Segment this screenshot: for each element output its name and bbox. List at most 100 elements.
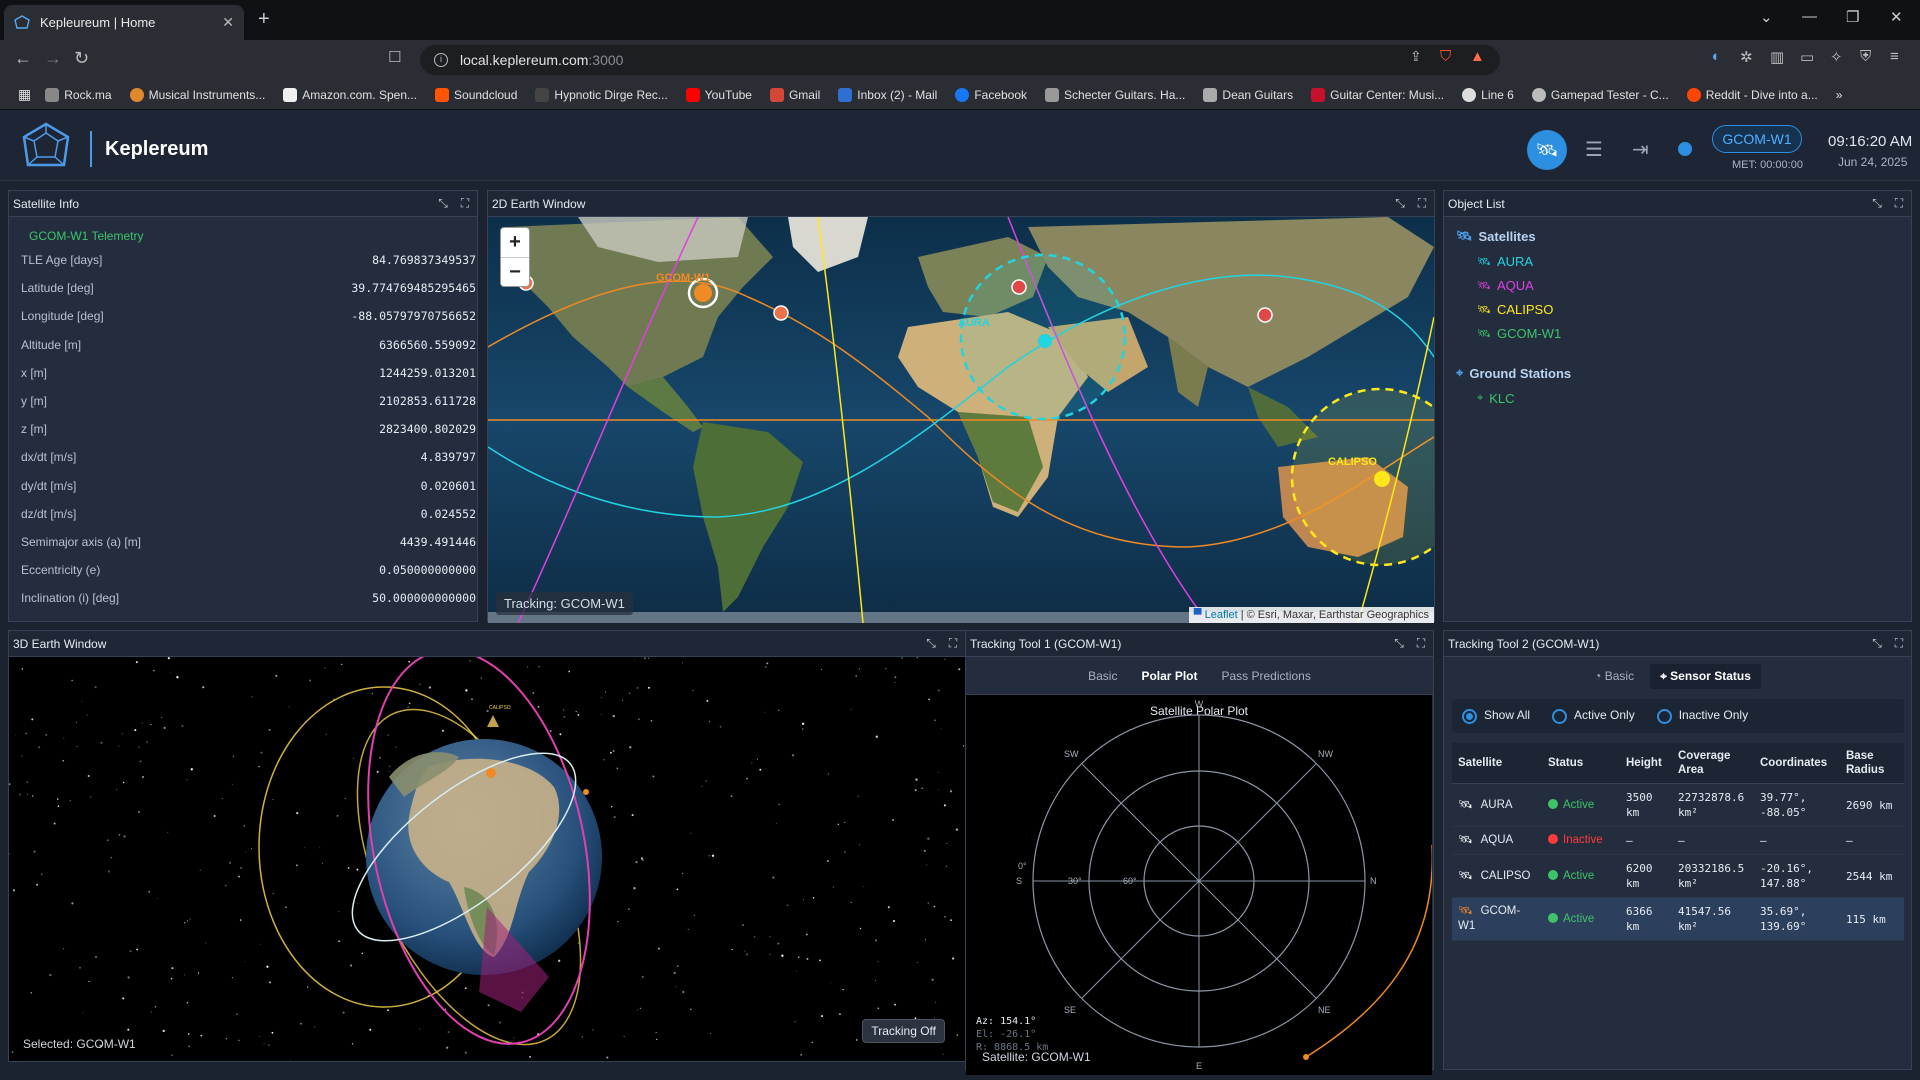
share-icon[interactable]: ⇪: [1410, 48, 1422, 65]
sidebar-icon[interactable]: ▥: [1770, 48, 1784, 66]
wallet-signal-icon[interactable]: ◖: [1710, 48, 1719, 65]
collapse-icon[interactable]: ⤡: [1391, 636, 1407, 651]
ground-station-pin[interactable]: [1011, 279, 1027, 295]
ground-station-pin[interactable]: [1257, 307, 1273, 323]
ground-stations-group[interactable]: ⌖ Ground Stations: [1456, 365, 1571, 381]
apps-icon[interactable]: ▦: [18, 86, 31, 103]
bookmark-item[interactable]: Amazon.com. Spen...: [283, 87, 417, 102]
address-bar[interactable]: i local.keplereum.com:3000: [420, 45, 1500, 75]
fullscreen-icon[interactable]: ⛶: [1413, 636, 1429, 651]
aura-3d-marker[interactable]: [583, 789, 589, 795]
browser-tab[interactable]: Kepleureum | Home ✕: [4, 5, 244, 40]
tab-polar-plot[interactable]: Polar Plot: [1141, 669, 1197, 683]
collapse-icon[interactable]: ⤡: [1869, 196, 1885, 211]
selected-satellite-badge[interactable]: GCOM-W1: [1712, 125, 1802, 153]
bookmark-icon[interactable]: ☐: [388, 48, 401, 66]
col-status[interactable]: Status: [1542, 743, 1620, 784]
object-item-aqua[interactable]: 🛰︎ AQUA: [1477, 278, 1534, 293]
table-row[interactable]: 🛰︎ AQUA Inactive – – – –: [1452, 826, 1904, 855]
col-satellite[interactable]: Satellite: [1452, 743, 1542, 784]
logout-icon[interactable]: ⇥: [1632, 137, 1649, 162]
filter-inactive-only[interactable]: Inactive Only: [1656, 708, 1748, 724]
wallet-icon[interactable]: ▭: [1800, 48, 1814, 66]
fullscreen-icon[interactable]: ⛶: [457, 196, 473, 211]
brave-shields-icon[interactable]: ⛉: [1440, 48, 1451, 65]
ground-station-pin[interactable]: [773, 305, 789, 321]
gcom-marker[interactable]: [694, 284, 712, 302]
leaflet-link[interactable]: Leaflet: [1205, 609, 1238, 621]
database-icon[interactable]: ☰: [1585, 137, 1603, 162]
close-window-icon[interactable]: ✕: [1890, 8, 1903, 26]
bookmark-item[interactable]: Line 6: [1462, 87, 1514, 102]
object-item-klc[interactable]: ⌖ KLC: [1477, 391, 1515, 406]
close-tab-icon[interactable]: ✕: [222, 14, 234, 31]
object-item-gcom-w1[interactable]: 🛰︎ GCOM-W1: [1477, 326, 1561, 341]
minimize-icon[interactable]: —: [1802, 8, 1817, 25]
sensor-status-table: Satellite Status Height Coverage Area Co…: [1452, 743, 1904, 941]
bookmark-item[interactable]: Musical Instruments...: [129, 87, 265, 102]
forward-icon[interactable]: →: [44, 48, 62, 69]
tab-search-icon[interactable]: ⌄: [1760, 8, 1773, 26]
col-base-radius[interactable]: Base Radius: [1840, 743, 1904, 784]
object-item-aura[interactable]: 🛰︎ AURA: [1477, 254, 1533, 269]
back-icon[interactable]: ←: [14, 48, 32, 69]
globe-view[interactable]: CALIPSO Selected: GCOM-W1 Tracking Off: [9, 657, 965, 1061]
tracking-toggle-button[interactable]: Tracking Off: [862, 1019, 945, 1043]
filter-show-all[interactable]: Show All: [1462, 708, 1530, 724]
tab-basic[interactable]: ◔ Basic: [1594, 669, 1634, 683]
object-item-calipso[interactable]: 🛰︎ CALIPSO: [1477, 302, 1553, 317]
more-bookmarks-icon[interactable]: »: [1836, 88, 1843, 102]
bookmark-item[interactable]: Reddit - Dive into a...: [1686, 87, 1818, 102]
satellites-group[interactable]: 🛰︎ Satellites: [1456, 228, 1536, 244]
bookmark-item[interactable]: Gamepad Tester - C...: [1531, 87, 1669, 102]
polar-plot[interactable]: Satellite Polar Plot W E N S NW SW NE SE…: [966, 695, 1432, 1075]
brave-rewards-icon[interactable]: ▲: [1470, 48, 1485, 65]
col-height[interactable]: Height: [1620, 743, 1672, 784]
filter-active-only[interactable]: Active Only: [1552, 708, 1635, 724]
fullscreen-icon[interactable]: ⛶: [1891, 636, 1907, 651]
collapse-icon[interactable]: ⤡: [435, 196, 451, 211]
fullscreen-icon[interactable]: ⛶: [1891, 196, 1907, 211]
bookmark-item[interactable]: Dean Guitars: [1203, 87, 1293, 102]
gcom-3d-marker[interactable]: [486, 768, 496, 778]
collapse-icon[interactable]: ⤡: [1869, 636, 1885, 651]
tab-sensor-status[interactable]: ⌖ Sensor Status: [1650, 663, 1761, 689]
zoom-out-button[interactable]: −: [501, 258, 529, 288]
col-coordinates[interactable]: Coordinates: [1754, 743, 1840, 784]
vpn-icon[interactable]: ⛨: [1860, 48, 1871, 65]
bookmark-item[interactable]: Guitar Center: Musi...: [1311, 87, 1444, 102]
table-row[interactable]: 🛰︎ CALIPSO Active 6200 km 20332186.5 km² -20.…: [1452, 854, 1904, 898]
extensions-icon[interactable]: ✲: [1740, 48, 1753, 66]
aura-marker[interactable]: [1038, 334, 1052, 348]
bookmark-item[interactable]: Rock.ma: [45, 87, 112, 102]
bookmark-item[interactable]: Schecter Guitars. Ha...: [1045, 87, 1185, 102]
zoom-in-button[interactable]: +: [501, 228, 529, 258]
tab-pass-predictions[interactable]: Pass Predictions: [1221, 669, 1310, 683]
tab-basic[interactable]: Basic: [1088, 669, 1117, 683]
calipso-3d-marker[interactable]: [487, 715, 499, 727]
table-row[interactable]: 🛰︎ AURA Active 3500 km 22732878.6 km² 39.77°,…: [1452, 783, 1904, 827]
bookmark-item[interactable]: Facebook: [955, 87, 1027, 102]
menu-icon[interactable]: ≡: [1890, 48, 1899, 65]
star: [250, 848, 252, 849]
collapse-icon[interactable]: ⤡: [1392, 196, 1408, 211]
brand-divider: [90, 131, 92, 167]
bookmark-item[interactable]: YouTube: [685, 87, 752, 102]
collapse-icon[interactable]: ⤡: [923, 636, 939, 651]
site-info-icon[interactable]: i: [434, 53, 448, 67]
new-tab-icon[interactable]: +: [258, 8, 270, 31]
col-coverage[interactable]: Coverage Area: [1672, 743, 1754, 784]
table-row[interactable]: 🛰︎ GCOM-W1 Active 6366 km 41547.56 km² 35.69°…: [1452, 897, 1904, 941]
bookmark-item[interactable]: Inbox (2) - Mail: [838, 87, 937, 102]
restore-icon[interactable]: ❐: [1846, 8, 1859, 26]
reload-icon[interactable]: ↻: [74, 48, 89, 69]
fullscreen-icon[interactable]: ⛶: [945, 636, 961, 651]
fullscreen-icon[interactable]: ⛶: [1414, 196, 1430, 211]
bookmark-item[interactable]: Gmail: [769, 87, 820, 102]
bookmark-item[interactable]: Hypnotic Dirge Rec...: [535, 87, 668, 102]
bookmark-item[interactable]: Soundcloud: [435, 87, 517, 102]
leo-ai-icon[interactable]: ✧: [1830, 48, 1843, 66]
calipso-marker[interactable]: [1374, 471, 1390, 487]
world-map[interactable]: GCOM-W1 AURA CALIPSO + − Tracking: GCOM-…: [488, 217, 1434, 623]
satellite-view-button[interactable]: 🛰︎: [1527, 130, 1567, 170]
